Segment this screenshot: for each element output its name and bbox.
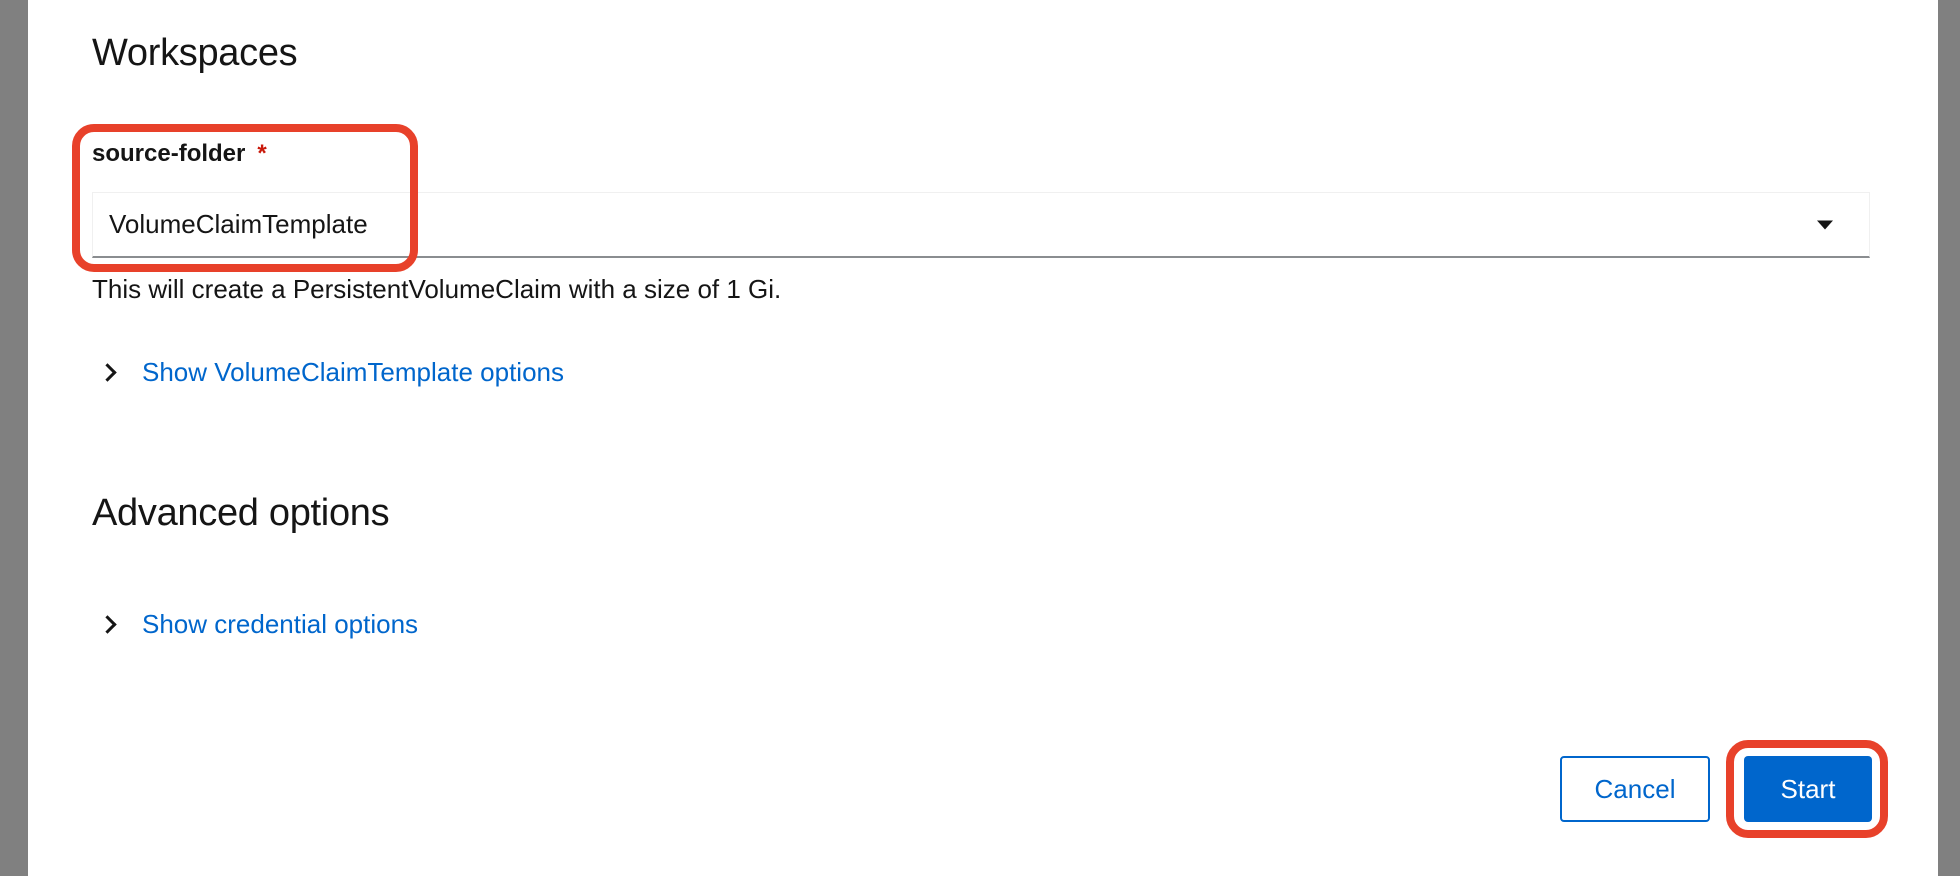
start-pipeline-modal: Workspaces source-folder * VolumeClaimTem… [28,0,1938,876]
source-folder-label: source-folder * [92,140,267,168]
source-folder-helper-text: This will create a PersistentVolumeClaim… [92,274,782,304]
chevron-right-icon [92,356,124,388]
volume-claim-template-options-link[interactable]: Show VolumeClaimTemplate options [142,357,564,388]
volume-claim-template-options-toggle[interactable]: Show VolumeClaimTemplate options [92,356,564,388]
cancel-button[interactable]: Cancel [1560,756,1710,822]
required-marker: * [257,140,267,167]
workspaces-heading: Workspaces [92,32,298,74]
source-folder-selected-value: VolumeClaimTemplate [109,209,368,239]
credential-options-toggle[interactable]: Show credential options [92,608,418,640]
advanced-options-heading: Advanced options [92,492,390,534]
caret-down-icon [1817,220,1833,229]
start-button[interactable]: Start [1744,756,1872,822]
source-folder-label-text: source-folder [92,140,246,167]
source-folder-select[interactable]: VolumeClaimTemplate [92,192,1870,258]
chevron-right-icon [92,608,124,640]
credential-options-link[interactable]: Show credential options [142,609,418,640]
